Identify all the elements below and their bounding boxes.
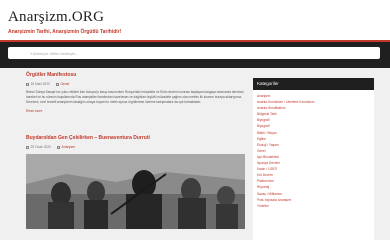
site-title[interactable]: Anarşizm.ORG [8,9,104,26]
search-band [0,42,390,68]
post-title[interactable]: Buydaroldan Gen Çekilirken – Buenaventur… [26,135,245,141]
post-date: 25 Ocak 2020 [26,145,51,149]
category-link[interactable]: Anarşizm [62,145,76,149]
post-item: Buydaroldan Gen Çekilirken – Buenaventur… [26,135,245,229]
category-list: Anarşizm Anarko-Komünizm / Libertere Kom… [253,90,374,209]
post-date: 16 Mart 2020 [26,82,50,86]
folder-icon [55,82,59,86]
category-link[interactable]: Genel [60,82,69,86]
post-category: Anarşizm [57,145,75,149]
post-featured-image[interactable] [26,154,245,229]
folder-icon [57,145,61,149]
post-item: Örgütler Manifestosu 16 Mart 2020 Genel … [26,72,245,113]
calendar-icon [26,82,29,86]
search-input[interactable] [8,47,380,59]
read-more-link[interactable]: Read more [26,109,245,113]
sidebar-heading: Kategoriler [253,78,374,90]
sidebar-item-category[interactable]: Yönetim [257,203,374,209]
main-content: Örgütler Manifestosu 16 Mart 2020 Genel … [26,72,245,240]
post-title[interactable]: Örgütler Manifestosu [26,72,245,78]
site-header: Anarşizm.ORG Anarşizmin Tarihi, Anarşizm… [0,0,390,40]
post-meta: 25 Ocak 2020 Anarşizm [26,145,245,149]
post-category: Genel [55,82,69,86]
post-excerpt: Birinci Dünya Savaşı'nın yıkıcı etkileri… [26,90,244,105]
post-meta: 16 Mart 2020 Genel [26,82,245,86]
site-tagline: Anarşizmin Tarihi, Anarşizmin Örgütlü Ta… [8,29,122,35]
calendar-icon [26,145,29,149]
sidebar: Kategoriler Anarşizm Anarko-Komünizm / L… [253,78,374,240]
historical-photo-illustration [26,154,245,229]
